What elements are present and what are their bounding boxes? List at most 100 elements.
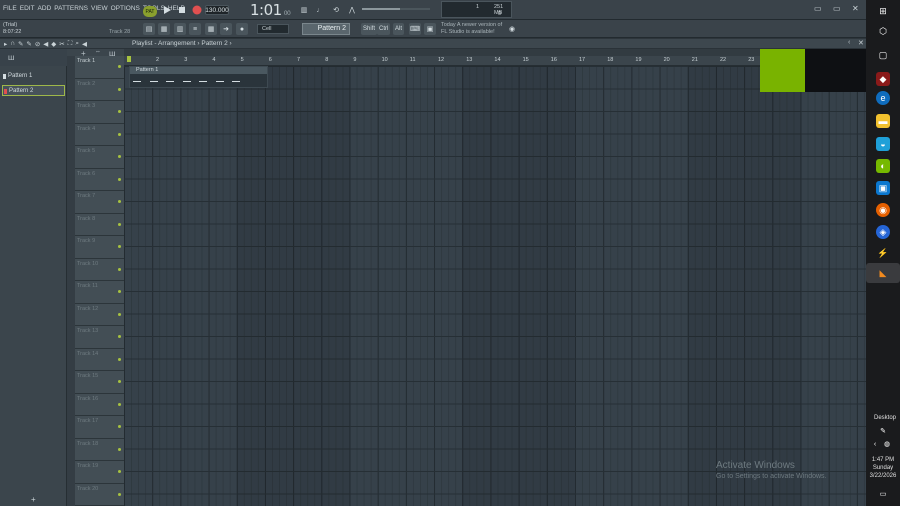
track-header[interactable]: Track 16 [75,393,124,416]
track-header[interactable]: Track 11 [75,281,124,304]
menu-patterns[interactable]: PATTERNS [54,5,88,14]
tempo-display[interactable]: 130.000 [205,5,229,15]
track-enable-led[interactable] [118,177,121,181]
track-header[interactable]: Track 19 [75,461,124,484]
track-header[interactable]: Track 18 [75,438,124,461]
track-enable-led[interactable] [118,357,121,361]
close-playlist-icon[interactable]: ✕ [858,39,864,47]
desktop-label[interactable]: Desktop [874,415,896,421]
news-panel[interactable]: Today A newer version of FL Studio is av… [441,22,502,36]
track-header[interactable]: Track 17 [75,416,124,439]
microphone-icon[interactable]: ● [236,23,248,35]
track-header[interactable]: Track 14 [75,348,124,371]
select-icon[interactable]: ⛶ [68,40,73,48]
ctrl-button[interactable]: Ctrl [377,23,391,35]
app-shield-icon[interactable]: ◆ [876,72,890,86]
mixer-icon[interactable]: ≡ [189,23,201,35]
track-header[interactable]: Track 1 [75,56,124,79]
track-header[interactable]: Track 8 [75,213,124,236]
playback-icon[interactable]: ◀ [82,40,87,48]
track-header[interactable]: Track 4 [75,123,124,146]
track-enable-led[interactable] [118,312,121,316]
piano-roll-icon[interactable]: ▦ [158,23,170,35]
delete-icon[interactable]: ⊘ [35,40,40,48]
track-enable-led[interactable] [118,87,121,91]
track-enable-led[interactable] [118,470,121,473]
firefox-icon[interactable]: ◉ [876,203,890,217]
track-enable-led[interactable] [118,222,121,226]
track-enable-led[interactable] [118,447,121,451]
playlist-icon[interactable]: ▤ [143,23,155,35]
track-enable-led[interactable] [118,290,121,293]
loop-icon[interactable]: ⟲ [330,4,342,16]
pen-icon[interactable]: ✎ [876,424,890,438]
slip-icon[interactable]: ◆ [51,40,56,48]
track-header[interactable]: Track 20 [75,483,124,506]
menu-view[interactable]: VIEW [91,5,108,14]
pattern-song-toggle[interactable]: PAT [143,6,157,17]
track-header[interactable]: Track 5 [75,146,124,169]
track-enable-led[interactable] [118,110,121,113]
playhead-marker[interactable] [127,56,131,62]
track-header[interactable]: Track 3 [75,101,124,124]
track-header[interactable]: Track 10 [75,258,124,281]
track-enable-led[interactable] [118,200,121,203]
arrangement-grid[interactable]: 2 3 4 5 6 7 8 9 10 11 12 13 14 15 16 17 18 19 20 21 22 23 Pat… [124,49,866,506]
scroll-icon[interactable]: ⇔ [95,49,101,55]
app-blue-icon[interactable]: ◒ [876,137,890,151]
menu-arrow-icon[interactable]: ▸ [4,40,7,48]
widgets-icon[interactable]: ▢ [876,48,890,62]
track-enable-led[interactable] [118,65,121,68]
close-icon[interactable]: ✕ [852,4,859,13]
master-volume-slider[interactable] [362,8,402,10]
picker-item-pattern-2[interactable]: Pattern 2 [2,85,65,96]
channel-rack-icon[interactable]: ▥ [174,23,186,35]
alt-button[interactable]: Alt [393,23,405,35]
menu-file[interactable]: FILE [3,5,17,14]
typing-keyboard-icon[interactable]: ⌨ [409,23,421,35]
play-button[interactable] [161,4,173,16]
magnet-icon[interactable]: ∩ [10,40,15,48]
track-enable-led[interactable] [118,267,121,271]
lightning-icon[interactable]: ⚡ [876,246,890,260]
system-clock[interactable]: 1:47 PM Sunday 3/22/2026 [866,456,900,480]
track-header[interactable]: Track 6 [75,168,124,191]
windows-start-icon[interactable]: ⊞ [876,4,890,18]
track-enable-led[interactable] [118,492,121,496]
stop-button[interactable] [176,4,188,16]
grid-canvas[interactable] [124,66,866,506]
piano-icon[interactable]: ▥ [298,4,310,16]
menu-edit[interactable]: EDIT [20,5,35,14]
track-enable-led[interactable] [118,245,121,248]
menu-options[interactable]: OPTIONS [111,5,140,14]
paint-icon[interactable]: ✎ [26,40,31,48]
track-enable-led[interactable] [118,425,121,428]
shift-button[interactable]: Shift [361,23,378,35]
shop-icon[interactable]: ▣ [424,23,436,35]
horizontal-scroll[interactable] [124,49,866,56]
track-enable-led[interactable] [118,132,121,136]
zoom-icon[interactable]: ⌕ [75,40,79,48]
track-header[interactable]: Track 7 [75,191,124,214]
edge-icon[interactable]: e [876,91,890,105]
metronome-icon[interactable]: ⋀ [346,4,358,16]
chevron-left-icon[interactable]: ‹ [870,437,880,451]
fl-studio-icon[interactable]: ◣ [876,266,890,280]
menu-add[interactable]: ADD [38,5,52,14]
track-header[interactable]: Track 15 [75,371,124,394]
snap-select[interactable]: Cell [257,24,289,34]
plugin-icon[interactable]: ▦ [205,23,217,35]
maximize-icon[interactable]: ▭ [833,4,841,13]
arrow-icon[interactable]: ➜ [220,23,232,35]
add-icon[interactable]: + [31,495,36,504]
minimize-icon[interactable]: ▭ [814,4,822,13]
master-pitch-slider[interactable] [400,8,430,10]
microphone-tray-icon[interactable]: ◍ [882,437,892,451]
app-circle-icon[interactable]: ◈ [876,225,890,239]
info-icon[interactable]: ◉ [506,23,518,35]
mute-icon[interactable]: ◀ [43,40,48,48]
timeline-ruler[interactable]: 2 3 4 5 6 7 8 9 10 11 12 13 14 15 16 17 18 19 20 21 22 23 [124,49,866,66]
track-enable-led[interactable] [118,335,121,338]
slice-icon[interactable]: ✂ [59,40,64,48]
notifications-icon[interactable]: ▭ [876,487,890,501]
